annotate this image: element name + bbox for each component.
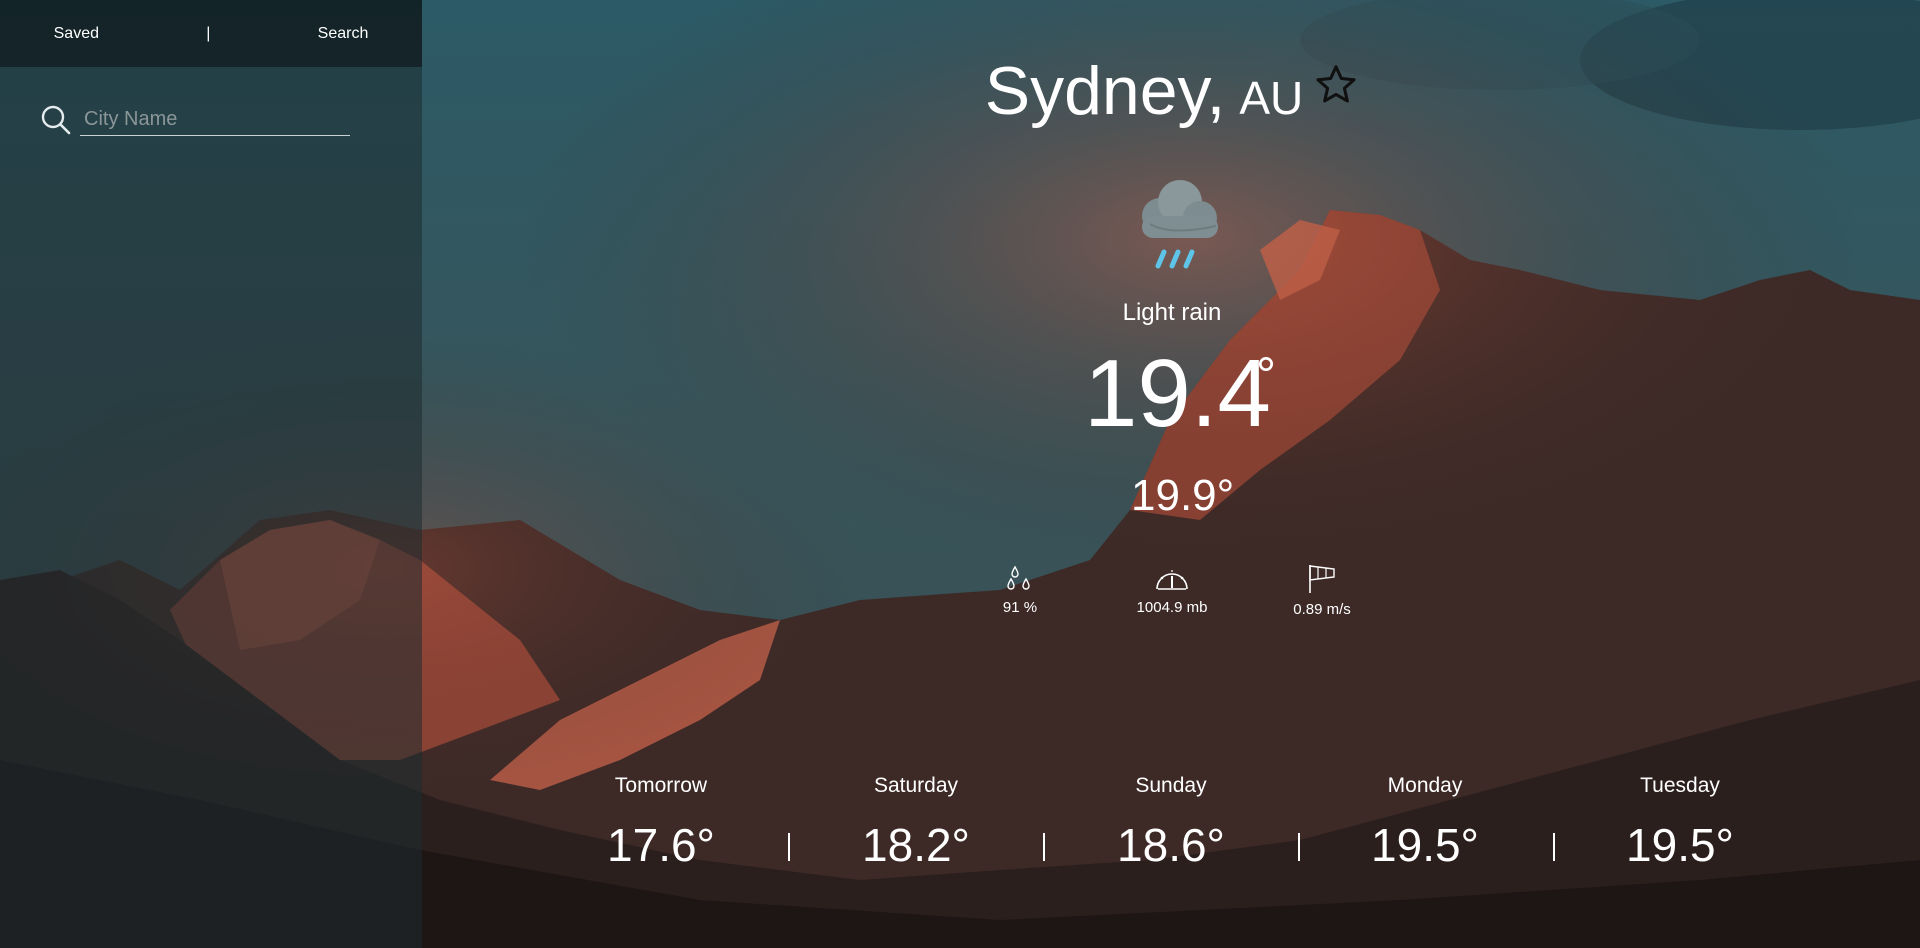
- forecast-day-card: Tuesday 19.5°: [1590, 774, 1770, 868]
- pressure-stat: 1004.9 mb: [1102, 563, 1242, 616]
- rain-cloud-icon: [1142, 180, 1218, 269]
- forecast-day-temp: 18.6°: [1117, 819, 1225, 871]
- forecast-day-temp: 17.6°: [607, 819, 715, 871]
- forecast-day-name: Monday: [1387, 774, 1463, 797]
- gauge-icon: [1156, 570, 1188, 590]
- temperature-value: 19.4: [1084, 340, 1271, 447]
- forecast-day-name: Tomorrow: [614, 774, 708, 797]
- feels-like-temperature: 19.9°: [1131, 471, 1235, 520]
- humidity-value: 91 %: [1002, 599, 1038, 616]
- forecast-day-temp: 19.5°: [1626, 819, 1734, 871]
- forecast-day-name: Sunday: [1135, 774, 1207, 797]
- forecast-day-card: Sunday 18.6°: [1081, 774, 1261, 868]
- pressure-value: 1004.9 mb: [1136, 599, 1208, 616]
- star-icon[interactable]: [1313, 62, 1359, 108]
- forecast-day-name: Tuesday: [1640, 774, 1720, 797]
- forecast-divider: [1043, 833, 1045, 861]
- forecast-day-temp: 18.2°: [862, 819, 970, 871]
- current-temperature: 19.4 °: [1084, 346, 1276, 442]
- forecast-divider: [1553, 833, 1555, 861]
- forecast-divider: [1298, 833, 1300, 861]
- wind-stat: 0.89 m/s: [1252, 563, 1392, 618]
- humidity-stat: 91 %: [950, 563, 1090, 616]
- forecast-day-card: Saturday 18.2°: [826, 774, 1006, 868]
- forecast-day-temp: 19.5°: [1371, 819, 1479, 871]
- wind-value: 0.89 m/s: [1293, 601, 1351, 618]
- windsock-icon: [1309, 565, 1335, 593]
- weather-condition: Light rain: [1122, 299, 1222, 326]
- location-title: Sydney, AU: [0, 52, 1920, 130]
- forecast-divider: [788, 833, 790, 861]
- humidity-icon: [1007, 565, 1030, 590]
- city-name: Sydney,: [984, 53, 1226, 129]
- temperature-degree: °: [1256, 347, 1276, 403]
- forecast-day-card: Tomorrow 17.6°: [571, 774, 751, 868]
- country-code: AU: [1239, 72, 1304, 124]
- forecast-day-name: Saturday: [873, 774, 959, 797]
- forecast-day-card: Monday 19.5°: [1335, 774, 1515, 868]
- main-weather-panel: Sydney,AU Light rain 19.4 ° 19.9° 91 %: [0, 0, 1920, 948]
